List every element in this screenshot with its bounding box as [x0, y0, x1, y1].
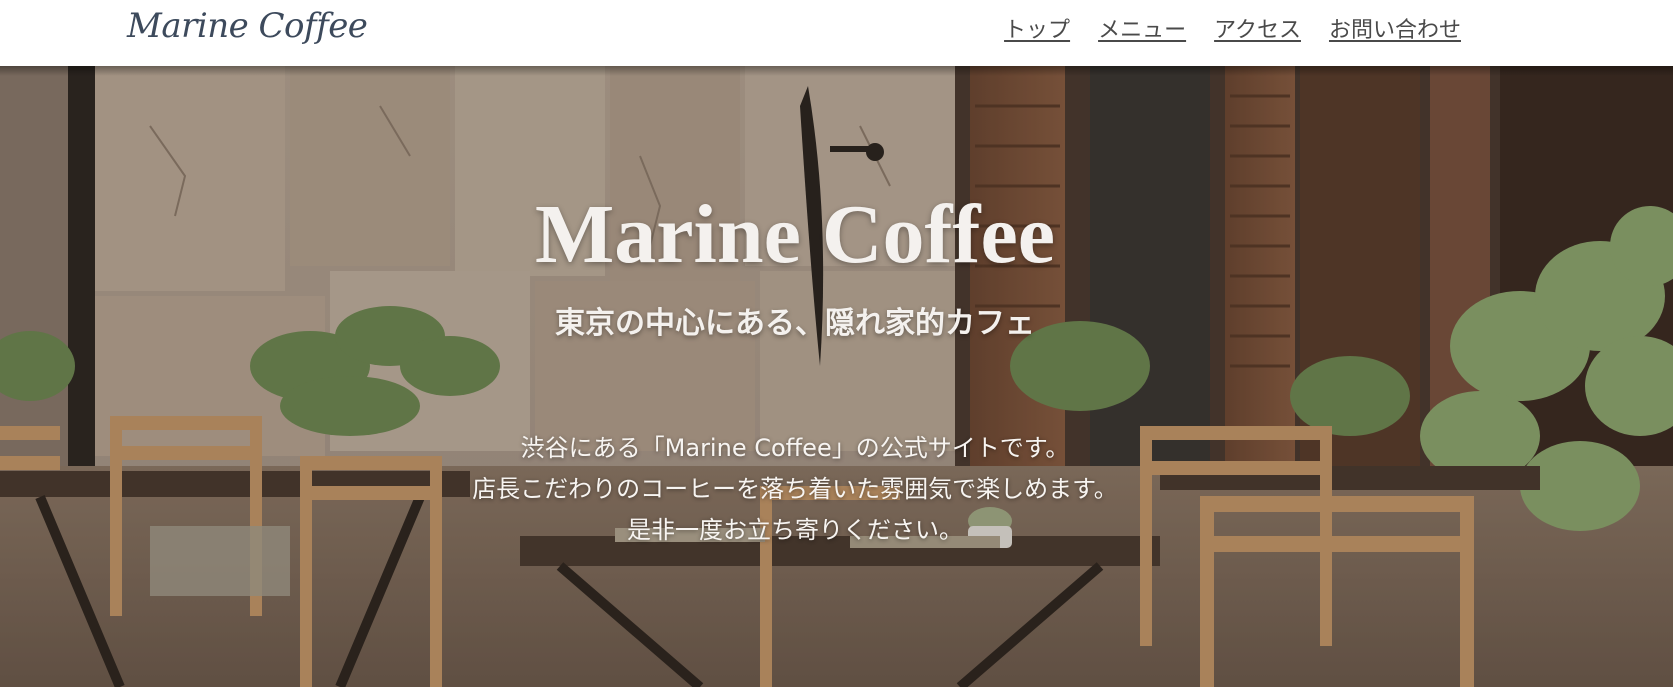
header-shadow: [0, 66, 1673, 76]
nav-link-top[interactable]: トップ: [1004, 12, 1070, 44]
nav-link-access[interactable]: アクセス: [1214, 12, 1301, 44]
main-nav: トップ メニュー アクセス お問い合わせ: [1004, 12, 1461, 44]
hero-line-1: 渋谷にある「Marine Coffee」の公式サイトです。: [520, 434, 1070, 462]
hero-title: Marine Coffee: [534, 188, 1056, 281]
site-logo[interactable]: Marine Coffee: [127, 6, 368, 46]
hero-description: 渋谷にある「Marine Coffee」の公式サイトです。 店長こだわりのコーヒ…: [0, 428, 1590, 551]
site-header: Marine Coffee トップ メニュー アクセス お問い合わせ: [0, 0, 1673, 66]
hero-line-2: 店長こだわりのコーヒーを落ち着いた雰囲気で楽しめます。: [472, 475, 1118, 503]
hero-overlay: [0, 66, 1673, 687]
hero-section: Marine Coffee 東京の中心にある、隠れ家的カフェ 渋谷にある「Mar…: [0, 66, 1673, 687]
nav-link-menu[interactable]: メニュー: [1098, 12, 1186, 44]
hero-subtitle: 東京の中心にある、隠れ家的カフェ: [555, 306, 1035, 341]
nav-link-contact[interactable]: お問い合わせ: [1329, 12, 1461, 44]
hero-line-3: 是非一度お立ち寄りください。: [627, 516, 963, 544]
